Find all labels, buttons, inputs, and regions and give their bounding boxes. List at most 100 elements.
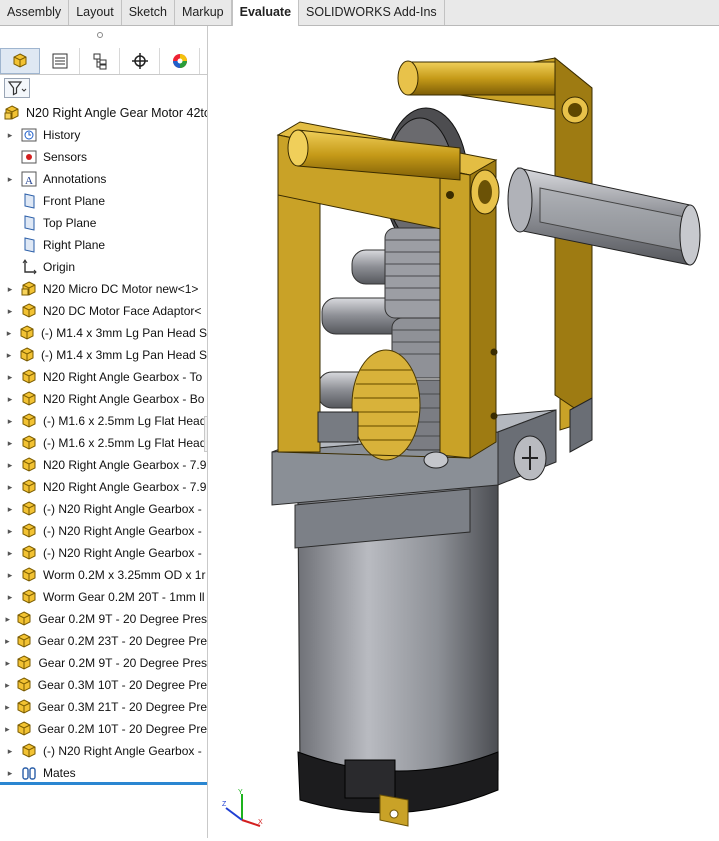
expand-arrow-icon[interactable]: ▸ bbox=[4, 168, 16, 190]
tree-item[interactable]: ▸ N20 Right Angle Gearbox - To bbox=[0, 366, 207, 388]
command-manager-tabs: Assembly Layout Sketch Markup Evaluate S… bbox=[0, 0, 719, 26]
tree-item[interactable]: ▸ N20 Micro DC Motor new<1> bbox=[0, 278, 207, 300]
propertymanager-tab[interactable] bbox=[40, 48, 80, 74]
expand-arrow-icon[interactable]: ▸ bbox=[4, 366, 16, 388]
feature-tree: N20 Right Angle Gear Motor 42to1 ▸ Histor… bbox=[0, 102, 207, 784]
part-icon bbox=[20, 478, 38, 496]
expand-arrow-icon[interactable]: ▸ bbox=[4, 630, 11, 652]
configurationmanager-tab[interactable] bbox=[80, 48, 120, 74]
configurationmanager-icon bbox=[93, 53, 106, 70]
expand-arrow-icon[interactable]: ▸ bbox=[4, 564, 16, 586]
tree-item[interactable]: ▸ Gear 0.2M 10T - 20 Degree Pre bbox=[0, 718, 207, 740]
expand-arrow-icon[interactable]: ▸ bbox=[4, 542, 16, 564]
expand-arrow-icon[interactable]: ▸ bbox=[4, 696, 11, 718]
tree-item-label: (-) M1.4 x 3mm Lg Pan Head S bbox=[40, 326, 207, 340]
tree-item[interactable]: Origin bbox=[0, 256, 207, 278]
tree-item[interactable]: ▸ Gear 0.3M 21T - 20 Degree Pre bbox=[0, 696, 207, 718]
tree-item[interactable]: ▸ (-) N20 Right Angle Gearbox - bbox=[0, 740, 207, 762]
tab-solidworks-add-ins[interactable]: SOLIDWORKS Add-Ins bbox=[299, 0, 445, 25]
tree-item-label: N20 Right Angle Gearbox - To bbox=[43, 370, 203, 384]
tree-item[interactable]: ▸ (-) M1.6 x 2.5mm Lg Flat Head bbox=[0, 410, 207, 432]
expand-arrow-icon[interactable]: ▸ bbox=[4, 520, 16, 542]
expand-arrow-icon[interactable]: ▸ bbox=[4, 652, 11, 674]
expand-arrow-icon[interactable]: ▸ bbox=[4, 344, 14, 366]
part-icon bbox=[20, 742, 38, 760]
expand-arrow-icon[interactable]: ▸ bbox=[4, 454, 16, 476]
part-icon bbox=[20, 500, 38, 518]
expand-arrow-icon[interactable]: ▸ bbox=[4, 586, 16, 608]
filter-button[interactable] bbox=[4, 78, 30, 98]
history-icon bbox=[20, 126, 38, 144]
tree-root-label: N20 Right Angle Gear Motor 42to1 bbox=[26, 106, 208, 120]
tab-layout[interactable]: Layout bbox=[69, 0, 122, 25]
panel-grip-handle[interactable] bbox=[97, 32, 103, 38]
featuremanager-tab[interactable] bbox=[0, 48, 40, 74]
tree-item[interactable]: ▸ (-) M1.6 x 2.5mm Lg Flat Head bbox=[0, 432, 207, 454]
tree-item-label: N20 Right Angle Gearbox - Bo bbox=[43, 392, 205, 406]
tree-item[interactable]: Sensors bbox=[0, 146, 207, 168]
tree-item-label: (-) N20 Right Angle Gearbox - bbox=[43, 546, 202, 560]
expand-arrow-icon[interactable]: ▸ bbox=[4, 740, 16, 762]
tree-item-label: N20 DC Motor Face Adaptor< bbox=[43, 304, 202, 318]
tree-item-label: Front Plane bbox=[43, 194, 106, 208]
tree-item[interactable]: ▸ Worm Gear 0.2M 20T - 1mm ll bbox=[0, 586, 207, 608]
expand-arrow-icon[interactable]: ▸ bbox=[4, 608, 11, 630]
tree-item-label: Annotations bbox=[43, 172, 107, 186]
part-icon bbox=[20, 544, 38, 562]
tree-item[interactable]: ▸ Mates bbox=[0, 762, 207, 784]
tree-item[interactable]: Right Plane bbox=[0, 234, 207, 256]
part-icon bbox=[20, 302, 38, 320]
tree-item[interactable]: Top Plane bbox=[0, 212, 207, 234]
expand-arrow-icon[interactable]: ▸ bbox=[4, 674, 11, 696]
tree-item[interactable]: ▸ Gear 0.2M 23T - 20 Degree Pre bbox=[0, 630, 207, 652]
tree-item[interactable]: ▸ N20 Right Angle Gearbox - 7.9 bbox=[0, 476, 207, 498]
expand-arrow-icon[interactable]: ▸ bbox=[4, 432, 16, 454]
dimxpert-tab[interactable] bbox=[120, 48, 160, 74]
tree-item[interactable]: ▸ (-) N20 Right Angle Gearbox - bbox=[0, 498, 207, 520]
tree-item[interactable]: ▸ Gear 0.2M 9T - 20 Degree Pres bbox=[0, 608, 207, 630]
tab-sketch[interactable]: Sketch bbox=[122, 0, 175, 25]
sensors-icon bbox=[20, 148, 38, 166]
tree-item[interactable]: ▸ (-) M1.4 x 3mm Lg Pan Head S bbox=[0, 322, 207, 344]
part-icon bbox=[15, 676, 33, 694]
tree-item[interactable]: ▸ (-) M1.4 x 3mm Lg Pan Head S bbox=[0, 344, 207, 366]
manager-tabs bbox=[0, 48, 207, 75]
expand-arrow-icon[interactable]: ▸ bbox=[4, 762, 16, 784]
tree-item[interactable]: ▸ N20 DC Motor Face Adaptor< bbox=[0, 300, 207, 322]
tab-evaluate[interactable]: Evaluate bbox=[231, 0, 300, 26]
tree-item[interactable]: ▸ Worm 0.2M x 3.25mm OD x 1r bbox=[0, 564, 207, 586]
plane-icon bbox=[20, 192, 38, 210]
expand-arrow-icon[interactable]: ▸ bbox=[4, 300, 16, 322]
part-icon bbox=[20, 434, 38, 452]
tree-item[interactable]: ▸ Gear 0.3M 10T - 20 Degree Pre bbox=[0, 674, 207, 696]
tree-item[interactable]: Front Plane bbox=[0, 190, 207, 212]
feature-manager-panel: N20 Right Angle Gear Motor 42to1 ▸ Histor… bbox=[0, 26, 208, 838]
expand-arrow-icon[interactable]: ▸ bbox=[4, 498, 16, 520]
tree-item[interactable]: ▸ N20 Right Angle Gearbox - Bo bbox=[0, 388, 207, 410]
expand-arrow-icon[interactable]: ▸ bbox=[4, 476, 16, 498]
tree-item[interactable]: ▸ History bbox=[0, 124, 207, 146]
gear-motor-model[interactable] bbox=[208, 26, 719, 838]
expand-arrow-icon[interactable]: ▸ bbox=[4, 124, 16, 146]
expand-arrow-icon[interactable]: ▸ bbox=[4, 278, 16, 300]
expand-arrow-icon[interactable]: ▸ bbox=[4, 410, 16, 432]
tab-markup[interactable]: Markup bbox=[175, 0, 232, 25]
tree-item[interactable]: ▸ (-) N20 Right Angle Gearbox - bbox=[0, 542, 207, 564]
graphics-area[interactable]: Y X Z bbox=[208, 26, 719, 838]
tree-item-label: Worm 0.2M x 3.25mm OD x 1r bbox=[43, 568, 206, 582]
expand-arrow-icon[interactable]: ▸ bbox=[4, 388, 16, 410]
expand-arrow-icon[interactable]: ▸ bbox=[4, 718, 11, 740]
tree-item[interactable]: ▸ (-) N20 Right Angle Gearbox - bbox=[0, 520, 207, 542]
assembly-icon bbox=[3, 104, 21, 122]
tree-item-label: (-) M1.4 x 3mm Lg Pan Head S bbox=[40, 348, 207, 362]
tree-item[interactable]: ▸ A Annotations bbox=[0, 168, 207, 190]
expand-arrow-icon[interactable]: ▸ bbox=[4, 322, 14, 344]
svg-text:X: X bbox=[258, 819, 263, 826]
tree-item[interactable]: ▸ Gear 0.2M 9T - 20 Degree Pres bbox=[0, 652, 207, 674]
tree-root-assembly[interactable]: N20 Right Angle Gear Motor 42to1 bbox=[0, 102, 207, 124]
display-manager-tab[interactable] bbox=[160, 48, 200, 74]
tab-assembly[interactable]: Assembly bbox=[0, 0, 70, 25]
tree-item-label: Sensors bbox=[43, 150, 88, 164]
tree-item[interactable]: ▸ N20 Right Angle Gearbox - 7.9 bbox=[0, 454, 207, 476]
